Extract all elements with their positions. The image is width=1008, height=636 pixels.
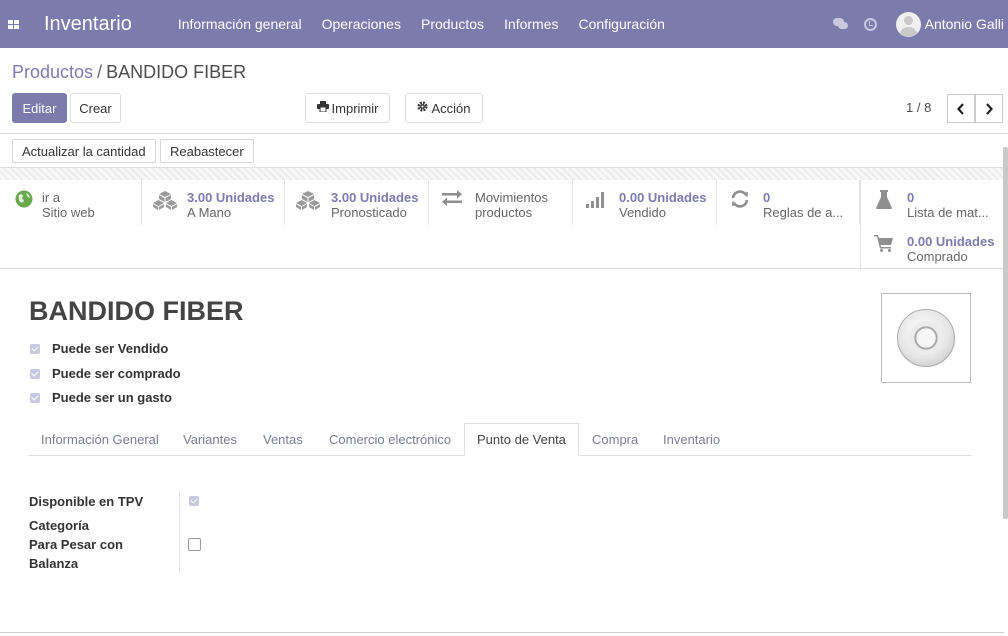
main-menu: Información general Operaciones Producto… — [178, 16, 685, 32]
smart-button-value: ir a — [42, 190, 61, 205]
product-image[interactable] — [881, 293, 971, 383]
cubes-icon — [142, 190, 187, 215]
smart-button-on-hand[interactable]: 3.00 Unidades A Mano — [142, 180, 285, 225]
smart-button-value: Movimientos — [475, 190, 548, 205]
gear-icon — [417, 101, 429, 115]
tab-inventario[interactable]: Inventario — [651, 423, 732, 456]
tab-compra[interactable]: Compra — [580, 423, 650, 456]
top-navbar: Inventario Información general Operacion… — [0, 0, 1008, 48]
menu-item-informes[interactable]: Informes — [504, 16, 558, 32]
breadcrumb-current: BANDIDO FIBER — [106, 62, 247, 82]
checkbox-label: Puede ser comprado — [52, 366, 181, 381]
apps-icon[interactable] — [0, 0, 26, 48]
statusbar-separator — [0, 167, 1004, 180]
user-name: Antonio Galli — [924, 16, 1004, 32]
avatar — [895, 11, 921, 37]
smart-buttons: ir a Sitio web 3.00 Unidades A Mano 3.00… — [0, 180, 1004, 269]
smart-button-label: Lista de mat... — [907, 205, 989, 220]
clock-icon[interactable] — [856, 0, 886, 48]
control-panel-divider — [0, 133, 1008, 134]
smart-button-label: A Mano — [187, 205, 232, 220]
print-button[interactable]: Imprimir — [305, 93, 390, 123]
smart-button-forecasted[interactable]: 3.00 Unidades Pronosticado — [285, 180, 429, 225]
replenish-button[interactable]: Reabastecer — [160, 139, 254, 163]
smart-button-value: 3.00 Unidades — [187, 190, 275, 205]
action-label: Acción — [431, 100, 471, 116]
update-quantity-button[interactable]: Actualizar la cantidad — [12, 139, 156, 163]
smart-button-purchased[interactable]: 0.00 Unidades Comprado — [860, 224, 1004, 268]
checkbox-label: Puede ser Vendido — [52, 341, 169, 356]
menu-item-operaciones[interactable]: Operaciones — [322, 16, 401, 32]
smart-button-label: Reglas de a... — [763, 205, 844, 220]
pager-value[interactable]: 1 / 8 — [906, 100, 931, 115]
flask-icon — [861, 190, 907, 215]
smart-button-label: Vendido — [619, 205, 666, 220]
checkbox-checked[interactable] — [30, 343, 40, 354]
scrollbar[interactable] — [1003, 147, 1008, 519]
checkbox-label: Puede ser un gasto — [52, 390, 172, 405]
checkbox-checked[interactable] — [30, 368, 40, 379]
smart-button-product-moves[interactable]: Movimientos productos — [429, 180, 573, 225]
breadcrumb: Productos / BANDIDO FIBER — [12, 62, 246, 83]
globe-icon — [6, 190, 42, 213]
to-weigh-label-line2: Balanza — [29, 556, 79, 571]
smart-button-label: Sitio web — [42, 205, 95, 220]
chat-icon[interactable] — [826, 0, 856, 48]
sheet-bottom-border — [0, 632, 1004, 633]
edit-button[interactable]: Editar — [12, 93, 67, 123]
user-menu[interactable]: Antonio Galli — [895, 11, 1004, 37]
checkbox-checked[interactable] — [30, 392, 40, 403]
category-label: Categoría — [29, 518, 89, 533]
smart-button-reorder-rules[interactable]: 0 Reglas de a... — [717, 180, 860, 225]
product-image-disc — [897, 309, 955, 367]
field-separator — [179, 491, 180, 573]
exchange-icon — [429, 190, 475, 211]
smart-button-bom[interactable]: 0 Lista de mat... — [860, 180, 1004, 225]
smart-button-label: Comprado — [907, 249, 968, 264]
smart-button-value: 0 — [907, 190, 915, 205]
menu-item-informacion-general[interactable]: Información general — [178, 16, 302, 32]
smart-button-website[interactable]: ir a Sitio web — [6, 180, 142, 225]
available-in-pos-label: Disponible en TPV — [29, 494, 144, 509]
signal-icon — [573, 190, 619, 213]
print-icon — [316, 101, 329, 115]
notebook-tabs: Información General Variantes Ventas Com… — [29, 423, 971, 456]
app-name[interactable]: Inventario — [44, 13, 132, 36]
print-label: Imprimir — [331, 100, 379, 116]
smart-button-label: Pronosticado — [331, 205, 407, 220]
tab-ventas[interactable]: Ventas — [251, 423, 315, 456]
smart-button-sold[interactable]: 0.00 Unidades Vendido — [573, 180, 717, 225]
smart-button-value: 0.00 Unidades — [619, 190, 707, 205]
tab-variantes[interactable]: Variantes — [171, 423, 249, 456]
available-in-pos-checkbox[interactable] — [189, 496, 199, 506]
to-weigh-checkbox[interactable] — [188, 538, 201, 551]
smart-button-label: productos — [475, 205, 533, 220]
can-be-sold-checkbox-row[interactable]: Puede ser Vendido — [30, 341, 168, 356]
action-button[interactable]: Acción — [405, 93, 483, 123]
smart-button-value: 0.00 Unidades — [907, 234, 995, 249]
chevron-left-icon — [957, 102, 964, 115]
pager-next-button[interactable] — [975, 94, 1003, 123]
menu-item-productos[interactable]: Productos — [421, 16, 484, 32]
breadcrumb-parent-link[interactable]: Productos — [12, 62, 93, 82]
breadcrumb-separator: / — [97, 62, 103, 82]
tab-informacion-general[interactable]: Información General — [29, 423, 171, 456]
can-be-purchased-checkbox-row[interactable]: Puede ser comprado — [30, 366, 181, 381]
create-button[interactable]: Crear — [70, 93, 121, 123]
cart-icon — [861, 234, 907, 257]
menu-item-configuracion[interactable]: Configuración — [579, 16, 665, 32]
smart-button-value: 3.00 Unidades — [331, 190, 419, 205]
tab-comercio-electronico[interactable]: Comercio electrónico — [317, 423, 463, 456]
to-weigh-label-line1: Para Pesar con — [29, 537, 123, 552]
cubes-icon — [285, 190, 331, 215]
tab-punto-de-venta[interactable]: Punto de Venta — [464, 423, 579, 456]
chevron-right-icon — [986, 102, 993, 115]
pager-previous-button[interactable] — [947, 94, 975, 123]
refresh-icon — [717, 190, 763, 213]
smart-button-value: 0 — [763, 190, 771, 205]
product-name: BANDIDO FIBER — [29, 296, 244, 326]
can-be-expensed-checkbox-row[interactable]: Puede ser un gasto — [30, 390, 172, 405]
